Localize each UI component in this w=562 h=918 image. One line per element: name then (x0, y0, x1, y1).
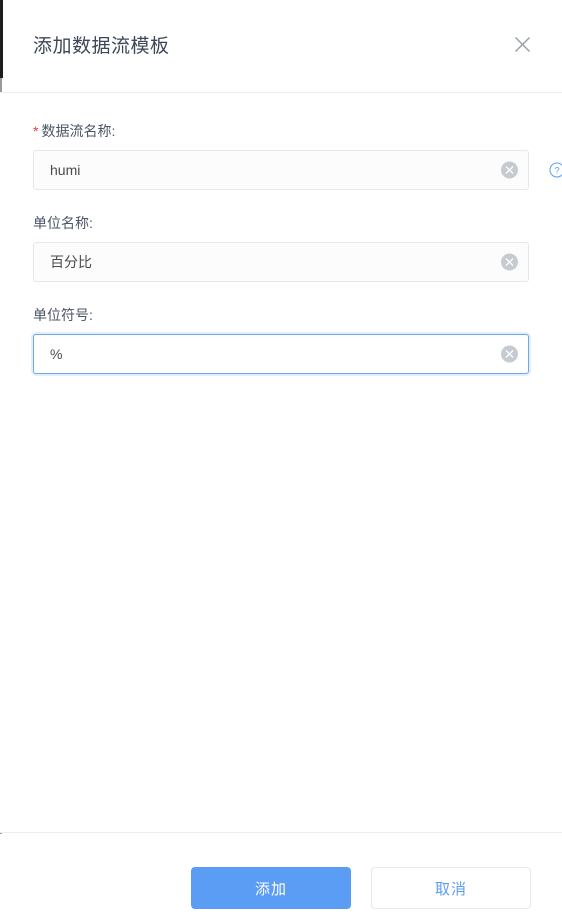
label-text: 单位符号: (33, 307, 93, 323)
clear-icon[interactable] (501, 345, 518, 363)
input-wrap-unit-name[interactable] (33, 242, 529, 282)
label-text: 数据流名称: (41, 123, 116, 139)
close-button[interactable] (508, 30, 536, 58)
page-title: 添加数据流模板 (33, 36, 170, 57)
clear-icon[interactable] (501, 161, 518, 179)
dialog-header: 添加数据流模板 (0, 0, 562, 93)
clear-x-glyph (505, 258, 514, 266)
submit-button[interactable]: 添加 (191, 867, 351, 909)
clear-x-glyph (505, 166, 514, 174)
field-label-unit-symbol: 单位符号: (33, 306, 93, 324)
label-text: 单位名称: (33, 215, 93, 231)
field-label-datastream-name: * 数据流名称: (33, 122, 115, 140)
clear-x-glyph (505, 350, 514, 358)
dialog-body: *数据流名称: ? 单位名称: (0, 93, 562, 832)
add-datastream-template-dialog: 添加数据流模板 * 数据流名称: humi ? 单位名称: 百分比 单位符号: … (0, 0, 562, 918)
input-wrap-unit-symbol[interactable] (33, 334, 529, 374)
clear-icon[interactable] (501, 253, 518, 271)
close-icon (514, 36, 530, 52)
unit-symbol-input[interactable] (34, 335, 528, 373)
required-marker: * (33, 123, 39, 139)
help-button[interactable]: ? (537, 150, 562, 190)
datastream-name-input[interactable] (34, 151, 528, 189)
field-label-unit-name: 单位名称: (33, 214, 93, 232)
dialog-footer: 添加 取消 (0, 832, 562, 918)
cancel-button[interactable]: 取消 (371, 867, 531, 909)
input-wrap-datastream-name[interactable] (33, 150, 529, 190)
svg-text:?: ? (554, 166, 559, 177)
unit-name-input[interactable] (34, 243, 528, 281)
question-mark-icon: ? (549, 162, 562, 178)
